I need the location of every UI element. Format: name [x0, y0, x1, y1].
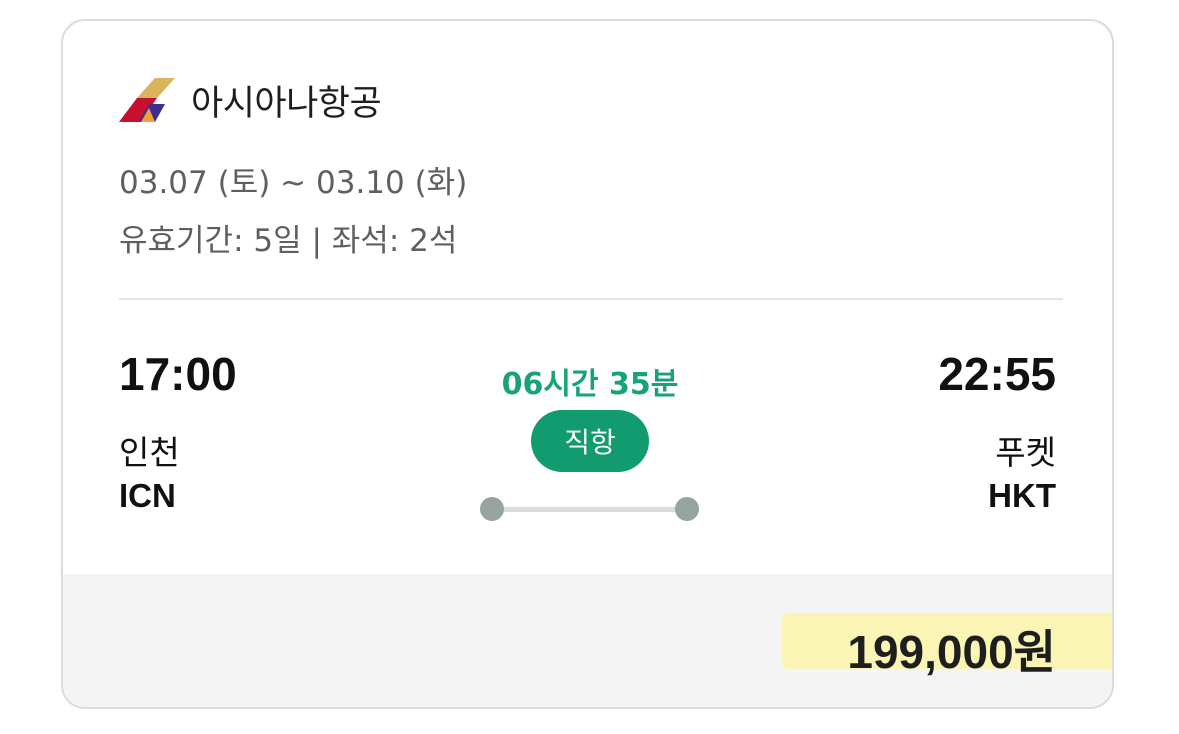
- departure-airport-code: ICN: [119, 477, 176, 514]
- arrival-time: 22:55: [938, 348, 1056, 400]
- direct-flight-badge: 직항: [531, 410, 649, 472]
- price-amount: 199,000원: [847, 626, 1056, 678]
- trip-dates: 03.07 (토) ~ 03.10 (화): [119, 165, 468, 201]
- arrival-city: 푸켓: [995, 433, 1056, 472]
- arrival-airport-code: HKT: [988, 477, 1056, 514]
- airline-header: 아시아나항공: [119, 75, 382, 125]
- departure-city: 인천: [119, 433, 180, 472]
- divider: [119, 298, 1063, 300]
- airline-name: 아시아나항공: [191, 83, 382, 124]
- asiana-tail-logo-icon: [119, 78, 175, 122]
- trip-validity-seats: 유효기간: 5일 | 좌석: 2석: [119, 223, 458, 259]
- flight-card[interactable]: 아시아나항공 03.07 (토) ~ 03.10 (화) 유효기간: 5일 | …: [61, 19, 1114, 709]
- route-end-dot-icon: [675, 497, 699, 521]
- route-start-dot-icon: [480, 497, 504, 521]
- flight-duration: 06시간 35분: [501, 367, 679, 402]
- route-line: [490, 507, 690, 512]
- departure-time: 17:00: [119, 348, 237, 400]
- price-section: 199,000원: [63, 574, 1112, 707]
